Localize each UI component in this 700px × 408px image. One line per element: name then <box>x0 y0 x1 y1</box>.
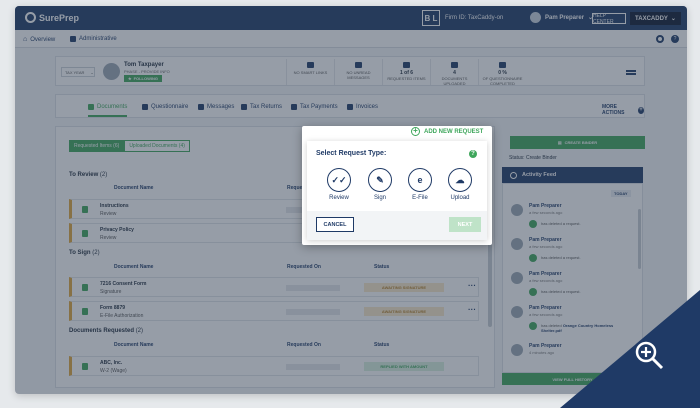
add-request-popup: + ADD NEW REQUEST Select Request Type: ?… <box>302 126 492 245</box>
request-type-upload[interactable]: ☁ Upload <box>447 168 473 201</box>
efile-icon: e <box>408 168 432 192</box>
option-label: Sign <box>373 195 386 201</box>
request-type-review[interactable]: ✓✓ Review <box>326 168 352 201</box>
option-label: Review <box>329 195 349 201</box>
add-new-request-button[interactable]: + ADD NEW REQUEST <box>411 127 483 136</box>
plus-icon: + <box>411 127 420 136</box>
zoom-in-icon[interactable] <box>634 340 664 370</box>
request-type-sign[interactable]: ✎ Sign <box>367 168 393 201</box>
option-label: Upload <box>450 195 470 201</box>
double-check-icon: ✓✓ <box>327 168 351 192</box>
request-type-efile[interactable]: e E-File <box>407 168 433 201</box>
next-button[interactable]: NEXT <box>449 217 481 232</box>
cancel-button[interactable]: CANCEL <box>316 217 354 232</box>
request-type-dialog: Select Request Type: ? ✓✓ Review ✎ Sign … <box>307 141 487 240</box>
pen-icon: ✎ <box>368 168 392 192</box>
dialog-footer: CANCEL NEXT <box>307 211 487 240</box>
help-icon[interactable]: ? <box>469 150 477 158</box>
cloud-upload-icon: ☁ <box>448 168 472 192</box>
dialog-title: Select Request Type: <box>316 150 387 157</box>
option-label: E-File <box>412 195 428 201</box>
add-new-request-label: ADD NEW REQUEST <box>424 128 484 135</box>
